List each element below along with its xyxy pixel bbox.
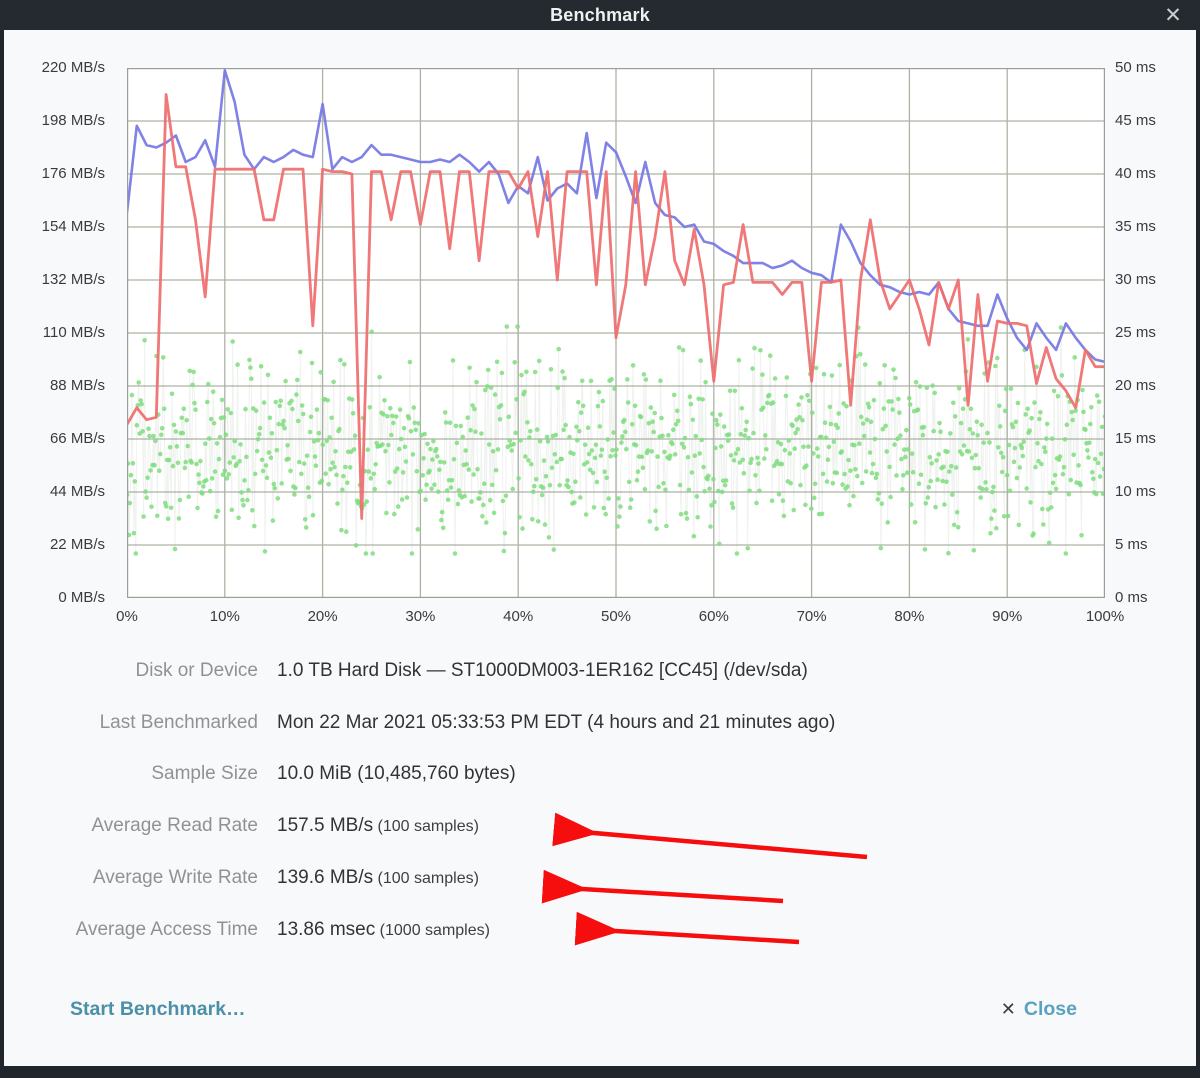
y-right-tick-label: 30 ms (1115, 271, 1200, 288)
x-tick-label: 20% (283, 608, 363, 625)
detail-row: Average Write Rate 139.6 MB/s (100 sample… (0, 867, 1200, 897)
detail-label: Average Write Rate (20, 867, 258, 889)
x-tick-label: 100% (1065, 608, 1145, 625)
x-tick-label: 80% (869, 608, 949, 625)
close-x-icon: ✕ (1001, 999, 1016, 1020)
detail-value: 13.86 msec (1000 samples) (277, 919, 1137, 941)
detail-note: (100 samples) (373, 870, 479, 887)
detail-label: Average Read Rate (20, 815, 258, 837)
y-left-tick-label: 132 MB/s (5, 271, 105, 288)
benchmark-chart (127, 68, 1105, 598)
detail-label: Disk or Device (20, 660, 258, 682)
detail-row: Average Access Time 13.86 msec (1000 samp… (0, 919, 1200, 949)
y-right-tick-label: 0 ms (1115, 589, 1200, 606)
y-left-tick-label: 88 MB/s (5, 377, 105, 394)
x-tick-label: 50% (576, 608, 656, 625)
y-left-tick-label: 154 MB/s (5, 218, 105, 235)
y-left-tick-label: 110 MB/s (5, 324, 105, 341)
detail-label: Last Benchmarked (20, 712, 258, 734)
chart-canvas (127, 68, 1105, 598)
y-left-tick-label: 66 MB/s (5, 430, 105, 447)
close-button-label: Close (1024, 998, 1077, 1021)
title-bar: Benchmark ✕ (0, 0, 1200, 30)
detail-row: Average Read Rate 157.5 MB/s (100 samples… (0, 815, 1200, 845)
detail-value: 139.6 MB/s (100 samples) (277, 867, 1137, 889)
dialog-title: Benchmark (550, 5, 650, 26)
detail-row: Sample Size 10.0 MiB (10,485,760 bytes) (0, 763, 1200, 793)
x-tick-label: 0% (87, 608, 167, 625)
close-button[interactable]: ✕ Close (1001, 998, 1077, 1021)
y-right-tick-label: 20 ms (1115, 377, 1200, 394)
y-right-tick-label: 40 ms (1115, 165, 1200, 182)
y-right-tick-label: 50 ms (1115, 59, 1200, 76)
y-right-tick-label: 45 ms (1115, 112, 1200, 129)
window-close-icon[interactable]: ✕ (1158, 0, 1188, 30)
y-right-tick-label: 10 ms (1115, 483, 1200, 500)
y-right-tick-label: 15 ms (1115, 430, 1200, 447)
x-tick-label: 30% (380, 608, 460, 625)
start-benchmark-button[interactable]: Start Benchmark… (70, 998, 246, 1021)
x-tick-label: 40% (478, 608, 558, 625)
y-left-tick-label: 22 MB/s (5, 536, 105, 553)
detail-row: Disk or Device 1.0 TB Hard Disk — ST1000D… (0, 660, 1200, 690)
detail-value: 10.0 MiB (10,485,760 bytes) (277, 763, 1137, 785)
y-left-tick-label: 220 MB/s (5, 59, 105, 76)
detail-note: (100 samples) (373, 818, 479, 835)
y-left-tick-label: 44 MB/s (5, 483, 105, 500)
detail-label: Average Access Time (20, 919, 258, 941)
y-left-tick-label: 198 MB/s (5, 112, 105, 129)
benchmark-dialog: { "window": { "title": "Benchmark", "clo… (0, 0, 1200, 1078)
detail-value: Mon 22 Mar 2021 05:33:53 PM EDT (4 hours… (277, 712, 1137, 734)
x-tick-label: 10% (185, 608, 265, 625)
detail-note: (1000 samples) (375, 922, 490, 939)
y-right-tick-label: 5 ms (1115, 536, 1200, 553)
y-left-tick-label: 0 MB/s (5, 589, 105, 606)
x-tick-label: 90% (967, 608, 1047, 625)
x-tick-label: 60% (674, 608, 754, 625)
detail-label: Sample Size (20, 763, 258, 785)
detail-value: 157.5 MB/s (100 samples) (277, 815, 1137, 837)
y-right-tick-label: 25 ms (1115, 324, 1200, 341)
detail-value: 1.0 TB Hard Disk — ST1000DM003-1ER162 [C… (277, 660, 1137, 682)
x-tick-label: 70% (772, 608, 852, 625)
y-right-tick-label: 35 ms (1115, 218, 1200, 235)
detail-row: Last Benchmarked Mon 22 Mar 2021 05:33:53… (0, 712, 1200, 742)
y-left-tick-label: 176 MB/s (5, 165, 105, 182)
